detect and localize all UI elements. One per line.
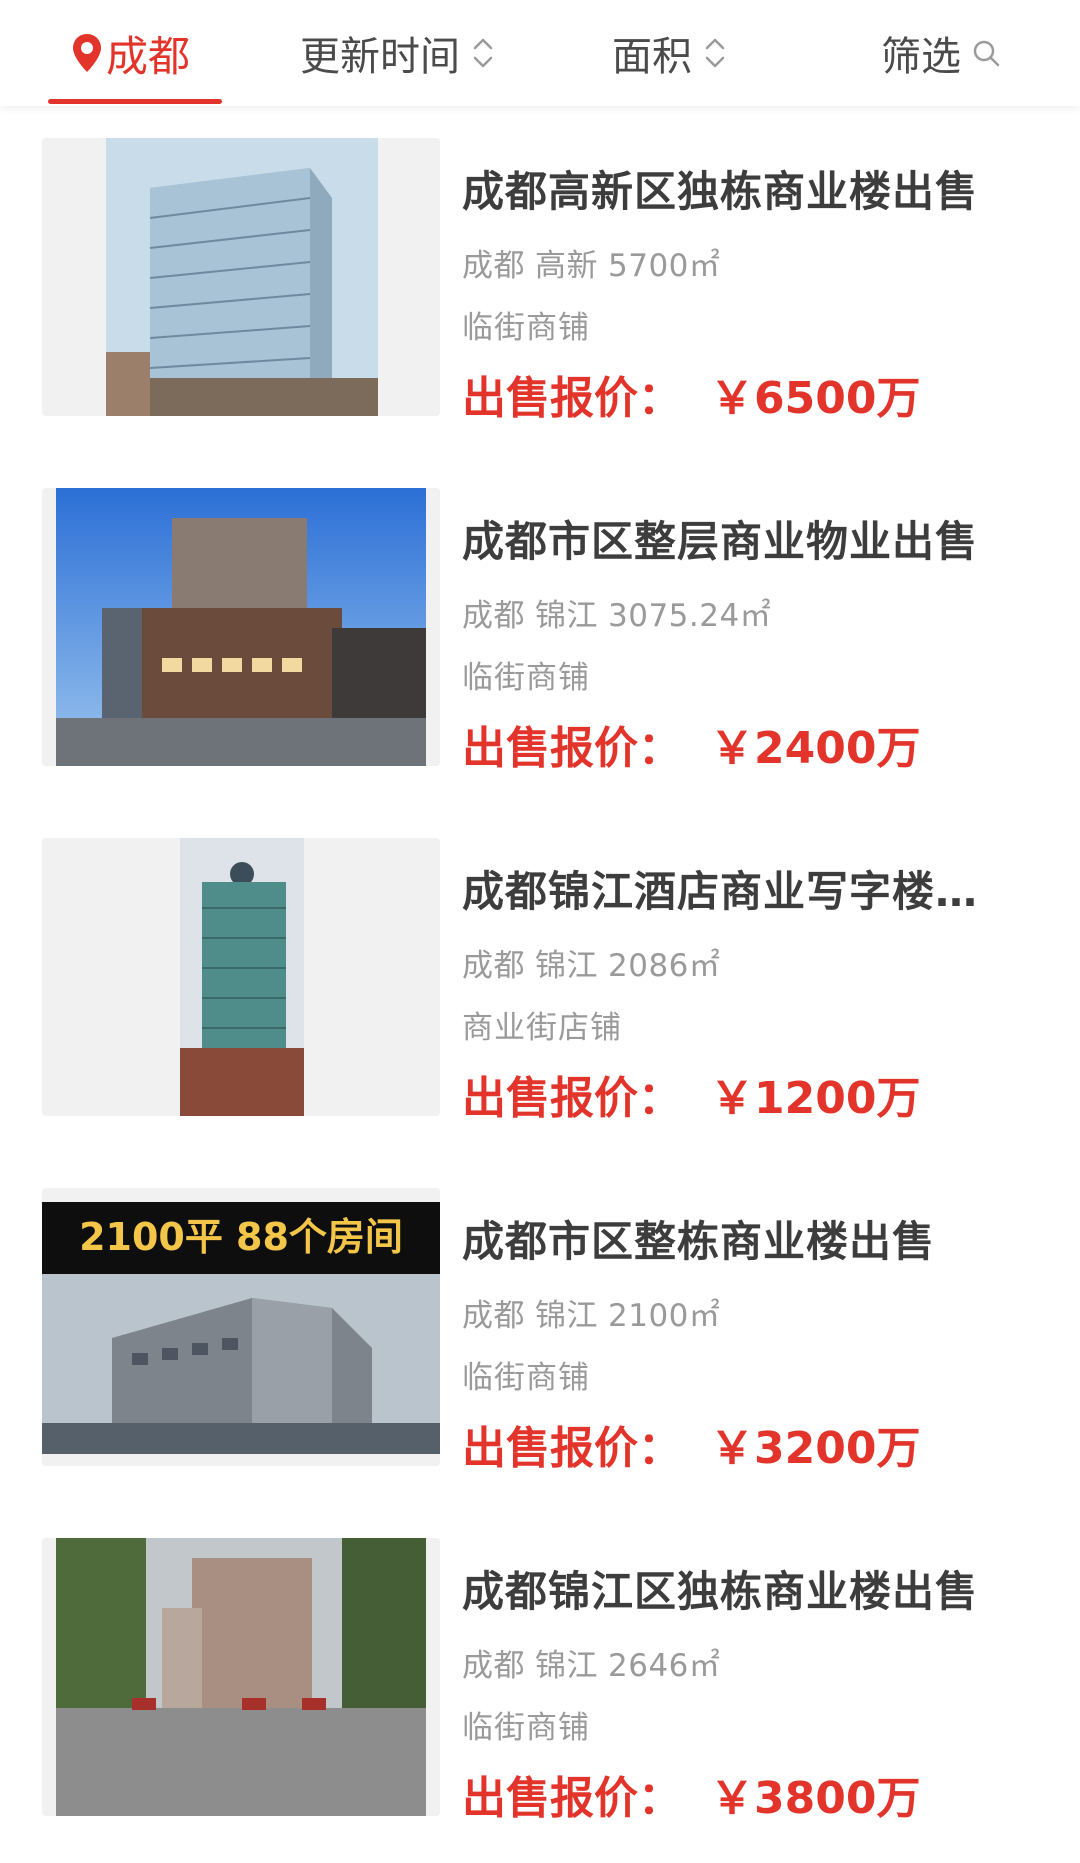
listing-district: 高新 [535, 248, 598, 284]
listing-type: 临街商铺 [462, 1360, 590, 1396]
price-value: ￥2400万 [710, 723, 921, 774]
price-value: ￥1200万 [710, 1073, 921, 1124]
listing-card[interactable]: 成都高新区独栋商业楼出售 成都 高新 5700㎡ 临街商铺 出售报价： ￥6500万 [0, 138, 1080, 424]
listing-card[interactable]: 2100平 88个房间 成都市区整栋商业楼出售 成都 锦江 2100㎡ 临街商铺 出… [0, 1188, 1080, 1474]
listing-photo [42, 1538, 440, 1816]
listing-photo [42, 838, 440, 1116]
listing-price-row: 出售报价： ￥3200万 [462, 1412, 920, 1476]
listing-photo [42, 138, 440, 416]
listing-title: 成都锦江酒店商业写字楼出售 [462, 867, 1010, 916]
listing-district: 锦江 [535, 598, 598, 634]
listing-city: 成都 [462, 248, 525, 284]
listing-area: 2100㎡ [608, 1298, 721, 1334]
active-tab-indicator [48, 99, 222, 104]
listing-card[interactable]: 成都锦江酒店商业写字楼出售 成都 锦江 2086㎡ 商业街店铺 出售报价： ￥1200… [0, 838, 1080, 1124]
listing-card[interactable]: 成都锦江区独栋商业楼出售 成都 锦江 2646㎡ 临街商铺 出售报价： ￥3800万 [0, 1538, 1080, 1824]
listing-district: 锦江 [535, 1648, 598, 1684]
price-label: 出售报价： [462, 723, 682, 774]
listing-location-area: 成都 锦江 2086㎡ [462, 940, 730, 985]
listing-type: 临街商铺 [462, 660, 590, 696]
location-pin-icon [73, 34, 101, 72]
tab-city[interactable]: 成都 [72, 0, 190, 106]
price-label: 出售报价： [462, 1073, 682, 1124]
listing-location-area: 成都 锦江 2100㎡ [462, 1290, 730, 1335]
sort-toggle-icon [473, 38, 493, 68]
listing-card[interactable]: 成都市区整层商业物业出售 成都 锦江 3075.24㎡ 临街商铺 出售报价： ￥240… [0, 488, 1080, 774]
listing-area: 2086㎡ [608, 948, 721, 984]
tab-update-time[interactable]: 更新时间 [300, 0, 494, 106]
listing-city: 成都 [462, 1648, 525, 1684]
listing-city: 成都 [462, 598, 525, 634]
listing-location-area: 成都 高新 5700㎡ [462, 240, 730, 285]
tab-update-time-label: 更新时间 [300, 34, 460, 80]
photo-caption: 2100平 88个房间 [79, 1215, 403, 1259]
listing-district: 锦江 [535, 948, 598, 984]
price-value: ￥6500万 [710, 373, 921, 424]
tab-filter[interactable]: 筛选 [881, 0, 1001, 106]
listing-area: 5700㎡ [608, 248, 721, 284]
listing-location-area: 成都 锦江 3075.24㎡ [462, 590, 781, 635]
listing-price-row: 出售报价： ￥1200万 [462, 1062, 920, 1126]
listing-photo: 2100平 88个房间 [42, 1188, 440, 1466]
price-value: ￥3200万 [710, 1423, 921, 1474]
listing-title: 成都锦江区独栋商业楼出售 [462, 1567, 979, 1616]
listing-city: 成都 [462, 1298, 525, 1334]
listing-title: 成都市区整层商业物业出售 [462, 517, 979, 566]
listing-price-row: 出售报价： ￥3800万 [462, 1762, 920, 1826]
tab-area[interactable]: 面积 [612, 0, 726, 106]
tab-area-label: 面积 [612, 34, 692, 80]
listing-price-row: 出售报价： ￥6500万 [462, 362, 920, 426]
price-label: 出售报价： [462, 1423, 682, 1474]
price-value: ￥3800万 [710, 1773, 921, 1824]
listing-type: 商业街店铺 [462, 1010, 622, 1046]
listing-location-area: 成都 锦江 2646㎡ [462, 1640, 730, 1685]
listing-city: 成都 [462, 948, 525, 984]
filter-bar: 成都 更新时间 面积 筛选 [0, 0, 1080, 106]
listing-type: 临街商铺 [462, 1710, 590, 1746]
listing-area: 2646㎡ [608, 1648, 721, 1684]
listing-type: 临街商铺 [462, 310, 590, 346]
listing-area: 3075.24㎡ [608, 598, 772, 634]
tab-filter-label: 筛选 [881, 34, 961, 80]
listing-title: 成都市区整栋商业楼出售 [462, 1217, 936, 1266]
price-label: 出售报价： [462, 1773, 682, 1824]
listing-title: 成都高新区独栋商业楼出售 [462, 167, 979, 216]
tab-city-label: 成都 [106, 31, 191, 81]
listing-district: 锦江 [535, 1298, 598, 1334]
price-label: 出售报价： [462, 373, 682, 424]
listing-price-row: 出售报价： ￥2400万 [462, 712, 920, 776]
sort-toggle-icon [705, 38, 725, 68]
search-icon [973, 40, 1000, 67]
listing-photo [42, 488, 440, 766]
